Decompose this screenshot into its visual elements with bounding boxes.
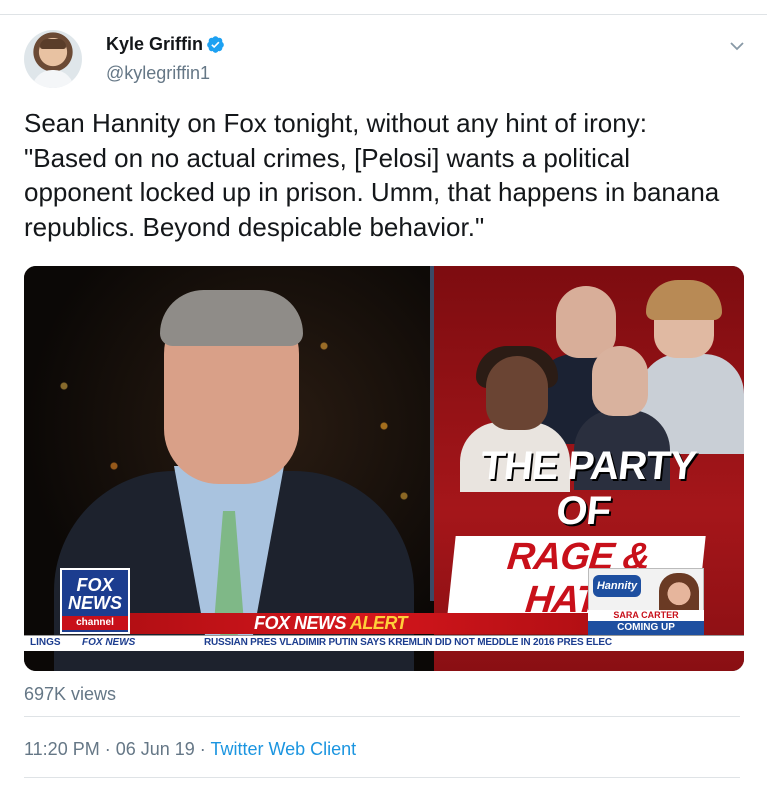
logo-fox: FOX (76, 575, 114, 595)
tweet-meta: 11:20 PM · 06 Jun 19 · Twitter Web Clien… (24, 739, 356, 760)
ticker-brand: FOX NEWS (82, 637, 136, 648)
person-face (486, 356, 548, 430)
news-ticker: LINGS FOX NEWS RUSSIAN PRES VLADIMIR PUT… (24, 635, 744, 651)
logo-news: NEWS (68, 593, 122, 613)
host-hair (160, 290, 303, 346)
news-alert-bar: FOX NEWS ALERT (130, 613, 588, 634)
headline-line-1: THE PARTY OF (478, 444, 698, 533)
show-logo: Hannity (593, 575, 641, 597)
verified-badge-icon (207, 36, 224, 53)
author-name[interactable]: Kyle Griffin (106, 34, 203, 55)
avatar-hair (40, 39, 66, 49)
fox-news-logo: FOX NEWS channel (60, 568, 130, 634)
person-face (592, 346, 648, 416)
coming-up-label: COMING UP (588, 621, 704, 635)
tweet-time[interactable]: 11:20 PM (24, 739, 100, 759)
meta-separator: · (194, 739, 211, 759)
alert-word: ALERT (349, 613, 408, 633)
tweet-date[interactable]: 06 Jun 19 (116, 739, 195, 759)
author-handle[interactable]: @kylegriffin1 (106, 63, 210, 84)
top-divider (0, 14, 767, 15)
avatar[interactable] (24, 30, 82, 88)
ticker-fragment: LINGS (30, 637, 61, 648)
view-count: 697K views (24, 684, 117, 704)
meta-separator: · (99, 739, 116, 759)
divider (24, 716, 740, 717)
tweet-client-link[interactable]: Twitter Web Client (210, 739, 356, 759)
logo-channel: channel (62, 616, 128, 630)
news-alert-text: FOX NEWS ALERT (254, 613, 408, 634)
person-face (556, 286, 616, 358)
avatar-shirt (32, 70, 74, 88)
alert-prefix: FOX NEWS (254, 613, 350, 633)
ticker-headline: RUSSIAN PRES VLADIMIR PUTIN SAYS KREMLIN… (204, 637, 612, 648)
tweet-text: Sean Hannity on Fox tonight, without any… (24, 108, 720, 242)
person-hair (646, 280, 722, 320)
tweet-media[interactable]: THE PARTY OF RAGE & HATE Hannity SARA CA… (24, 266, 744, 671)
divider (24, 777, 740, 778)
chevron-down-icon[interactable] (730, 41, 744, 51)
